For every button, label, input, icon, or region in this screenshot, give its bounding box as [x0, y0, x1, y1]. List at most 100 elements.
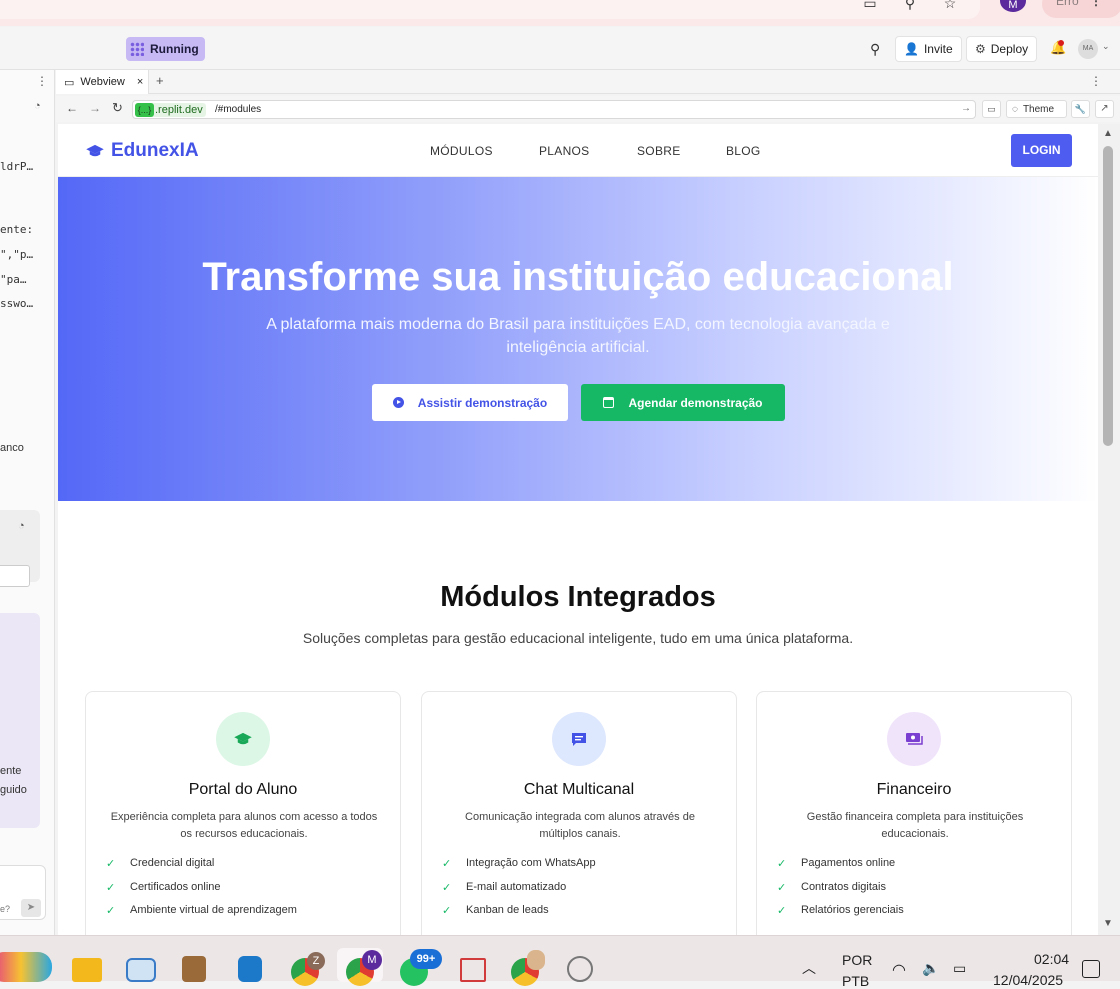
widget-icon[interactable] — [0, 952, 52, 982]
device-preview-icon[interactable]: ▭ — [982, 100, 1001, 118]
wifi-icon[interactable]: ◠ — [892, 960, 906, 980]
url-domain: {...} .replit.dev — [135, 103, 206, 117]
close-icon[interactable]: × — [137, 76, 143, 88]
go-arrow-icon[interactable]: → — [961, 103, 971, 114]
more-options-icon[interactable]: ⋮ — [1090, 74, 1102, 88]
module-card-title: Portal do Aluno — [188, 781, 298, 798]
feature-label: Contratos digitais — [801, 880, 886, 893]
error-label: Erro — [1056, 0, 1079, 8]
deploy-button[interactable]: ⚙ Deploy — [966, 36, 1038, 62]
money-icon — [906, 733, 923, 745]
module-card-portal: Portal do Aluno Experiência completa par… — [85, 691, 401, 935]
clock-time[interactable]: 02:04 — [1034, 951, 1069, 967]
code-line: ente: — [0, 223, 34, 236]
running-status-button[interactable]: Running — [126, 37, 205, 61]
windows-taskbar: Z M 99+ ︿ POR PTB ◠ 🔈 ▭ 02:04 12/04/2025 — [0, 935, 1120, 989]
chevron-up-icon[interactable]: ︿ — [802, 958, 816, 978]
search-icon[interactable]: ⚲ — [900, 0, 920, 10]
watch-demo-label: Assistir demonstração — [417, 395, 548, 410]
search-icon[interactable]: ⚲ — [870, 41, 880, 58]
calendar-icon — [603, 397, 615, 408]
feature-label: Credencial digital — [130, 857, 215, 869]
modules-subtitle: Soluções completas para gestão educacion… — [302, 630, 854, 646]
hero-subtitle: A plataforma mais moderna do Brasil para… — [266, 316, 890, 356]
left-agent-panel: ⋮ ◔ ldrP… ente: ","p… "pa… sswo… anco ◔ … — [0, 70, 55, 935]
clock-date[interactable]: 12/04/2025 — [993, 972, 1063, 988]
theme-button[interactable]: ◌ Theme — [1006, 100, 1067, 118]
devtools-icon[interactable]: 🔧 — [1071, 100, 1090, 118]
add-tab-icon[interactable]: + — [156, 73, 164, 88]
language-indicator-sub: PTB — [842, 973, 870, 989]
invite-label: Invite — [923, 42, 953, 56]
notepad-icon[interactable] — [238, 956, 262, 982]
theme-label: Theme — [1022, 103, 1055, 115]
schedule-demo-label: Agendar demonstração — [628, 395, 763, 410]
lock-app-icon[interactable] — [182, 956, 206, 982]
module-feature-list: ✓ Pagamentos online ✓ Contratos digitais ✓… — [777, 857, 904, 928]
feature-label: Pagamentos online — [801, 857, 896, 869]
scrollbar-thumb[interactable] — [1103, 146, 1113, 446]
file-explorer-icon[interactable] — [72, 958, 102, 982]
feature-item: ✓ Kanban de leads — [442, 904, 596, 928]
webview-scrollbar[interactable]: ▲ ▼ — [1098, 124, 1120, 935]
star-icon[interactable]: ☆ — [940, 0, 960, 10]
language-indicator[interactable]: POR — [842, 952, 872, 968]
notification-dot — [1058, 40, 1064, 46]
scroll-down-icon[interactable]: ▼ — [1103, 918, 1113, 929]
speed-icon[interactable]: ◔ — [34, 100, 41, 112]
running-grid-icon — [130, 42, 144, 56]
running-label: Running — [150, 42, 199, 56]
check-icon: ✓ — [777, 858, 787, 870]
more-options-icon[interactable]: ⋮ — [36, 74, 48, 88]
cast-icon[interactable]: ▭ — [860, 0, 880, 10]
browser-top-strip: ▭ ⚲ ☆ M Erro ⋮ — [0, 0, 1120, 26]
panel-input[interactable] — [0, 565, 30, 587]
user-avatar[interactable]: MA — [1078, 39, 1098, 59]
graduation-cap-icon — [86, 144, 104, 157]
replit-toolbar: Running ⚲ 👤 Invite ⚙ Deploy 🔔 MA ⌄ — [0, 27, 1120, 70]
dashboard-app-icon[interactable] — [126, 958, 156, 982]
module-icon-circle — [887, 712, 941, 766]
invite-button[interactable]: 👤 Invite — [895, 36, 962, 62]
notification-center-icon[interactable] — [1082, 960, 1100, 978]
nav-link-sobre[interactable]: SOBRE — [637, 144, 681, 158]
code-line: sswo… — [0, 297, 34, 310]
schedule-demo-button[interactable]: Agendar demonstração — [581, 384, 785, 421]
tabs-row: ▭ Webview × + ⋮ — [56, 70, 1120, 94]
snipping-tool-icon[interactable] — [460, 958, 486, 982]
monitor-icon: ▭ — [64, 76, 75, 89]
back-arrow-icon[interactable]: ← — [66, 101, 78, 115]
feature-item: ✓ Certificados online — [106, 881, 297, 905]
site-logo[interactable]: EdunexIA — [86, 140, 199, 162]
speed-icon[interactable]: ◔ — [18, 520, 25, 532]
module-icon-circle — [552, 712, 606, 766]
scroll-up-icon[interactable]: ▲ — [1103, 128, 1113, 139]
tab-webview[interactable]: ▭ Webview × — [56, 70, 149, 94]
watch-demo-button[interactable]: Assistir demonstração — [372, 384, 568, 421]
browser-profile-avatar[interactable]: M — [1000, 0, 1026, 12]
login-button[interactable]: LOGIN — [1011, 134, 1072, 167]
feature-item: ✓ E-mail automatizado — [442, 881, 596, 905]
url-input[interactable]: {...} .replit.dev /#modules → — [132, 100, 976, 119]
feature-label: Ambiente virtual de aprendizagem — [130, 904, 297, 916]
code-line: "pa… — [0, 273, 27, 286]
url-path: /#modules — [215, 104, 262, 115]
profile-photo-badge — [527, 950, 545, 970]
app-circle-icon[interactable] — [567, 956, 593, 982]
battery-icon[interactable]: ▭ — [953, 960, 966, 977]
browser-error-badge[interactable]: Erro ⋮ — [1042, 0, 1120, 18]
check-icon: ✓ — [106, 905, 116, 917]
module-feature-list: ✓ Integração com WhatsApp ✓ E-mail automat… — [442, 857, 596, 928]
more-icon[interactable]: ⋮ — [1090, 0, 1102, 8]
speaker-icon[interactable]: 🔈 — [922, 960, 939, 977]
module-feature-list: ✓ Credencial digital ✓ Certificados online… — [106, 857, 297, 928]
check-icon: ✓ — [442, 858, 452, 870]
nav-link-blog[interactable]: BLOG — [726, 144, 761, 158]
reload-icon[interactable]: ↻ — [112, 100, 123, 116]
chevron-down-icon[interactable]: ⌄ — [1102, 41, 1110, 52]
send-icon[interactable]: ➤ — [21, 899, 41, 917]
forward-arrow-icon[interactable]: → — [89, 101, 101, 115]
open-external-icon[interactable]: ↗ — [1095, 100, 1114, 118]
nav-link-planos[interactable]: PLANOS — [539, 144, 590, 158]
nav-link-modulos[interactable]: MÓDULOS — [430, 144, 493, 158]
